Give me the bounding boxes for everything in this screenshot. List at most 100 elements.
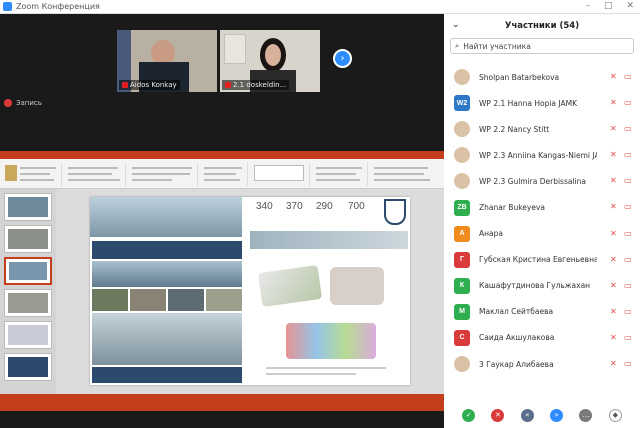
mic-muted-icon: ✕ bbox=[610, 359, 617, 369]
window-title: Zoom Конференция bbox=[16, 2, 100, 11]
emblem-shield bbox=[384, 199, 406, 225]
status-bar bbox=[0, 394, 444, 411]
ribbon-group bbox=[312, 162, 368, 186]
participant-row[interactable]: С Саида Акшулакова ✕ ▭ bbox=[444, 325, 640, 351]
zoom-window: Zoom Конференция – □ ✕ Aidos Konkay 2.1 … bbox=[0, 0, 640, 428]
search-icon: ⌕ bbox=[455, 41, 460, 50]
chevron-down-icon[interactable]: ⌄ bbox=[452, 20, 460, 30]
mic-muted-icon: ✕ bbox=[610, 254, 617, 264]
close-icon[interactable]: ✕ bbox=[626, 1, 634, 11]
slide-editor: 340 370 290 700 bbox=[56, 189, 444, 394]
mic-muted-icon: ✕ bbox=[610, 150, 617, 160]
aerial-render bbox=[92, 313, 242, 365]
site-plan bbox=[330, 267, 384, 305]
participant-name: WP 2.3 Anniina Kangas-Niemi JA... bbox=[479, 150, 597, 160]
slide-thumbnail[interactable] bbox=[4, 225, 52, 253]
video-off-icon: ▭ bbox=[624, 254, 632, 264]
mic-muted-icon bbox=[225, 82, 231, 88]
mic-muted-icon: ✕ bbox=[610, 280, 617, 290]
participant-name: Губская Кристина Евгеньевна bbox=[479, 255, 597, 265]
yes-check-icon[interactable]: ✓ bbox=[462, 408, 476, 422]
participant-row[interactable]: Sholpan Batarbekova ✕ ▭ bbox=[444, 64, 640, 90]
avatar bbox=[454, 147, 470, 164]
mic-muted-icon: ✕ bbox=[610, 72, 617, 81]
ribbon-group bbox=[250, 162, 310, 186]
participant-name: Кашафутдинова Гульжахан bbox=[479, 281, 591, 291]
participant-row[interactable]: К Кашафутдинова Гульжахан ✕ ▭ bbox=[444, 273, 640, 299]
go-faster-icon[interactable]: » bbox=[550, 408, 564, 422]
slide-thumbnail-selected[interactable] bbox=[4, 257, 52, 285]
video-name-1: Aidos Konkay bbox=[130, 81, 177, 89]
avatar: Г bbox=[454, 251, 470, 268]
avatar bbox=[454, 173, 470, 190]
next-page-button[interactable]: › bbox=[333, 49, 352, 68]
ribbon-tabs bbox=[0, 151, 444, 159]
participant-face bbox=[265, 44, 281, 66]
ribbon-group bbox=[200, 162, 248, 186]
recording-label: Запись bbox=[16, 99, 42, 107]
participant-row[interactable]: WP 2.2 Nancy Stitt ✕ ▭ bbox=[444, 116, 640, 142]
video-off-icon: ▭ bbox=[624, 280, 632, 290]
video-name-2: 2.1 doskeldin... bbox=[233, 81, 287, 89]
ribbon-group bbox=[370, 162, 440, 186]
participant-row[interactable]: ZB Zhanar Bukeyeva ✕ ▭ bbox=[444, 194, 640, 220]
video-off-icon: ▭ bbox=[624, 124, 632, 134]
video-tile-2[interactable]: 2.1 doskeldin... bbox=[220, 30, 320, 92]
mic-muted-icon: ✕ bbox=[610, 202, 617, 212]
video-off-icon: ▭ bbox=[624, 332, 632, 342]
render-image bbox=[90, 197, 242, 237]
title-bar: Zoom Конференция – □ ✕ bbox=[0, 0, 640, 14]
stat-number-4: 700 bbox=[348, 201, 365, 212]
mic-muted-icon bbox=[122, 82, 128, 88]
zoom-logo-icon bbox=[3, 2, 12, 11]
participant-row[interactable]: Г Губская Кристина Евгеньевна ✕ ▭ bbox=[444, 247, 640, 273]
panel-footer: ✓ ✕ « » … ◆ bbox=[444, 402, 640, 428]
participant-name: Саида Акшулакова bbox=[479, 333, 555, 343]
video-off-icon: ▭ bbox=[624, 72, 632, 81]
slide-thumbnail[interactable] bbox=[4, 353, 52, 381]
participant-name: 3 Гаукар Алибаева bbox=[479, 359, 554, 369]
video-tile-1[interactable]: Aidos Konkay bbox=[117, 30, 217, 92]
slide-thumbnails bbox=[0, 189, 56, 394]
video-off-icon: ▭ bbox=[624, 150, 632, 160]
maximize-icon[interactable]: □ bbox=[604, 1, 613, 11]
slide-thumbnail[interactable] bbox=[4, 289, 52, 317]
minimize-icon[interactable]: – bbox=[585, 1, 590, 11]
more-icon[interactable]: … bbox=[579, 408, 593, 422]
mic-muted-icon: ✕ bbox=[610, 332, 617, 342]
participant-search[interactable]: ⌕ Найти участника bbox=[450, 38, 634, 54]
background-door bbox=[224, 34, 246, 64]
slide-thumbnail[interactable] bbox=[4, 321, 52, 349]
participant-row[interactable]: М Маклал Сейтбаева ✕ ▭ bbox=[444, 299, 640, 325]
shared-screen[interactable]: 340 370 290 700 bbox=[0, 151, 444, 411]
avatar: ZB bbox=[454, 199, 470, 216]
avatar: W2 bbox=[454, 95, 470, 112]
avatar bbox=[454, 69, 470, 86]
participant-name: Zhanar Bukeyeva bbox=[479, 203, 545, 213]
current-slide: 340 370 290 700 bbox=[90, 197, 410, 385]
no-x-icon[interactable]: ✕ bbox=[491, 408, 505, 422]
render-image bbox=[92, 261, 242, 287]
participant-row[interactable]: WP 2.3 Anniina Kangas-Niemi JA... ✕ ▭ bbox=[444, 142, 640, 168]
record-icon bbox=[4, 99, 12, 107]
participant-row[interactable]: 3 Гаукар Алибаева ✕ ▭ bbox=[444, 351, 640, 377]
recording-indicator: Запись bbox=[4, 99, 42, 107]
go-slower-icon[interactable]: « bbox=[520, 408, 534, 422]
avatar: М bbox=[454, 303, 470, 320]
participant-name: WP 2.1 Hanna Hopia JAMK bbox=[479, 98, 578, 108]
participant-row[interactable]: А Анара ✕ ▭ bbox=[444, 221, 640, 247]
participant-row[interactable]: W2 WP 2.1 Hanna Hopia JAMK ✕ ▭ bbox=[444, 90, 640, 116]
clear-icon[interactable]: ◆ bbox=[608, 408, 622, 422]
participant-name: Анара bbox=[479, 229, 503, 239]
caption-line bbox=[266, 373, 356, 375]
render-image bbox=[250, 231, 408, 249]
avatar bbox=[454, 121, 470, 138]
mic-muted-icon: ✕ bbox=[610, 176, 617, 186]
video-off-icon: ▭ bbox=[624, 176, 632, 186]
slide-thumbnail[interactable] bbox=[4, 193, 52, 221]
ribbon-toolbar bbox=[0, 159, 444, 189]
participant-name: Маклал Сейтбаева bbox=[479, 307, 554, 317]
participant-row[interactable]: WP 2.3 Gulmira Derbissalina ✕ ▭ bbox=[444, 168, 640, 194]
poster-footer-band bbox=[92, 367, 242, 383]
participant-name: WP 2.2 Nancy Stitt bbox=[479, 124, 550, 134]
